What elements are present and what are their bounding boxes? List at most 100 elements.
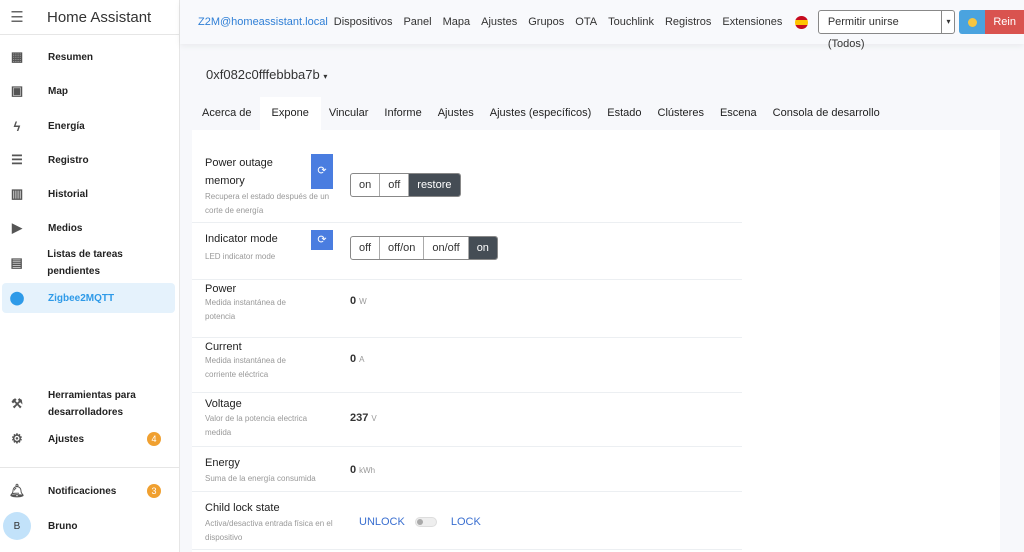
top-nav: Z2M@homeassistant.local Dispositivos Pan…	[180, 0, 1024, 50]
sidebar-item-label: Medios	[48, 222, 83, 234]
chart-box-icon: ▥	[10, 186, 24, 201]
nav-dispositivos[interactable]: Dispositivos	[334, 16, 393, 28]
nav-panel[interactable]: Panel	[403, 16, 431, 28]
nav-extensiones[interactable]: Extensiones	[722, 16, 782, 28]
refresh-button[interactable]: ⟳	[311, 154, 333, 189]
device-title: 0xf082c0fffebbba7b	[206, 67, 320, 82]
sidebar-item-map[interactable]: ▣ Map	[2, 76, 175, 106]
device-selector[interactable]: 0xf082c0fffebbba7b ▾	[206, 67, 327, 82]
tab-consola[interactable]: Consola de desarrollo	[765, 97, 888, 130]
sidebar-item-notificaciones[interactable]: 🔔︎ Notificaciones 3	[2, 476, 175, 506]
permit-join-button[interactable]: Permitir unirse (Todos) ▾	[817, 10, 956, 50]
sidebar-item-zigbee2mqtt[interactable]: ⬤ Zigbee2MQTT	[2, 283, 175, 313]
restart-button[interactable]: Rein	[985, 10, 1024, 34]
expose-description: Valor de la potencia electrica medida	[205, 414, 308, 437]
tab-informe[interactable]: Informe	[376, 97, 429, 130]
nav-mapa[interactable]: Mapa	[443, 16, 471, 28]
sun-icon	[967, 17, 977, 27]
tab-estado[interactable]: Estado	[599, 97, 649, 130]
sidebar-item-label: Zigbee2MQTT	[48, 292, 115, 304]
expose-power-outage-memory: Power outage memory Recupera el estado d…	[192, 130, 742, 223]
map-account-icon: ▣	[10, 83, 24, 98]
tab-escena[interactable]: Escena	[712, 97, 765, 130]
option-on[interactable]: on	[351, 174, 381, 196]
sidebar-item-label: Bruno	[48, 520, 78, 532]
app-title: Home Assistant	[47, 8, 152, 26]
expose-name: Indicator mode	[205, 233, 278, 245]
tab-ajustes[interactable]: Ajustes	[430, 97, 482, 130]
expose-voltage: Voltage Valor de la potencia electrica m…	[192, 393, 742, 447]
sidebar-item-label: Ajustes	[48, 433, 85, 445]
current-value: 0A	[350, 353, 364, 365]
sidebar-item-user[interactable]: B Bruno	[2, 511, 175, 541]
child-lock-control: UNLOCK LOCK	[359, 516, 481, 528]
value: 0	[350, 464, 357, 476]
expose-description: Recupera el estado después de un corte d…	[205, 192, 330, 215]
tab-clusteres[interactable]: Clústeres	[650, 97, 712, 130]
sidebar-item-label: Herramientas para desarrolladores	[48, 390, 136, 418]
unit: A	[359, 355, 365, 364]
brand-link[interactable]: Z2M@homeassistant.local	[198, 16, 328, 28]
child-lock-toggle[interactable]	[414, 517, 437, 527]
refresh-button[interactable]: ⟳	[311, 230, 333, 250]
refresh-icon: ⟳	[317, 165, 327, 177]
sidebar-item-registro[interactable]: ☰ Registro	[2, 145, 175, 175]
expose-description: Medida instantánea de potencia	[205, 298, 286, 321]
tabs: Acerca de Expone Vincular Informe Ajuste…	[194, 97, 888, 130]
sidebar-item-label: Map	[48, 85, 68, 97]
tab-vincular[interactable]: Vincular	[321, 97, 377, 130]
nav-ota[interactable]: OTA	[575, 16, 597, 28]
spain-flag-icon[interactable]	[795, 15, 808, 29]
exposes-card: Power outage memory Recupera el estado d…	[192, 130, 1000, 552]
divider	[0, 467, 180, 468]
option-off[interactable]: off	[351, 237, 381, 259]
option-on-off[interactable]: on/off	[424, 237, 469, 259]
tab-expone[interactable]: Expone	[259, 97, 321, 130]
expose-description: Suma de la energía consumida	[205, 474, 316, 483]
sidebar-item-ajustes[interactable]: ⚙ Ajustes 4	[2, 424, 175, 454]
option-off[interactable]: off	[380, 174, 410, 196]
play-box-icon: ▶	[12, 220, 22, 235]
sidebar-item-label: Listas de tareas pendientes	[47, 249, 123, 277]
lock-label[interactable]: LOCK	[451, 516, 481, 528]
value: 0	[350, 295, 357, 307]
sidebar-header: ☰ Home Assistant	[0, 0, 179, 35]
expose-energy: Energy Suma de la energía consumida 0 kWh	[192, 447, 742, 492]
sidebar-item-energia[interactable]: ϟ Energía	[2, 111, 175, 141]
hammer-icon: ⚒	[11, 396, 23, 411]
sidebar-item-dev-tools[interactable]: ⚒ Herramientas para desarrolladores	[2, 387, 175, 421]
settings-badge: 4	[147, 432, 161, 446]
nav-touchlink[interactable]: Touchlink	[608, 16, 654, 28]
sidebar-item-listas[interactable]: ▤ Listas de tareas pendientes	[2, 248, 175, 278]
unlock-label[interactable]: UNLOCK	[359, 516, 405, 528]
sidebar-item-label: Historial	[48, 188, 89, 200]
view-dashboard-icon: ▦	[10, 49, 24, 64]
menu-icon[interactable]: ☰	[0, 8, 34, 26]
unit: V	[371, 414, 377, 423]
theme-button[interactable]	[959, 10, 986, 34]
avatar: B	[3, 512, 31, 540]
sidebar-item-label: Energía	[48, 120, 85, 132]
zigbee-icon: ⬤	[9, 290, 25, 305]
nav-registros[interactable]: Registros	[665, 16, 711, 28]
option-on[interactable]: on	[468, 237, 497, 259]
option-restore[interactable]: restore	[409, 174, 460, 196]
chevron-down-icon[interactable]: ▾	[941, 11, 954, 33]
refresh-icon: ⟳	[317, 234, 327, 246]
sidebar-item-resumen[interactable]: ▦ Resumen	[2, 42, 175, 72]
expose-description: Activa/desactiva entrada física en el di…	[205, 519, 333, 542]
tab-acerca-de[interactable]: Acerca de	[194, 97, 260, 130]
nav-grupos[interactable]: Grupos	[528, 16, 564, 28]
energy-value: 0 kWh	[350, 464, 375, 476]
sidebar-item-historial[interactable]: ▥ Historial	[2, 179, 175, 209]
sidebar: ☰ Home Assistant ▦ Resumen ▣ Map ϟ Energía …	[0, 0, 180, 552]
nav-ajustes[interactable]: Ajustes	[481, 16, 517, 28]
unit: kWh	[359, 466, 376, 475]
bell-icon: 🔔︎	[8, 483, 26, 498]
voltage-value: 237 V	[350, 412, 377, 424]
list-icon: ☰	[11, 152, 23, 167]
tab-ajustes-especificos[interactable]: Ajustes (específicos)	[482, 97, 599, 130]
expose-description: LED indicator mode	[205, 252, 276, 261]
option-off-on[interactable]: off/on	[380, 237, 425, 259]
sidebar-item-medios[interactable]: ▶ Medios	[2, 213, 175, 243]
